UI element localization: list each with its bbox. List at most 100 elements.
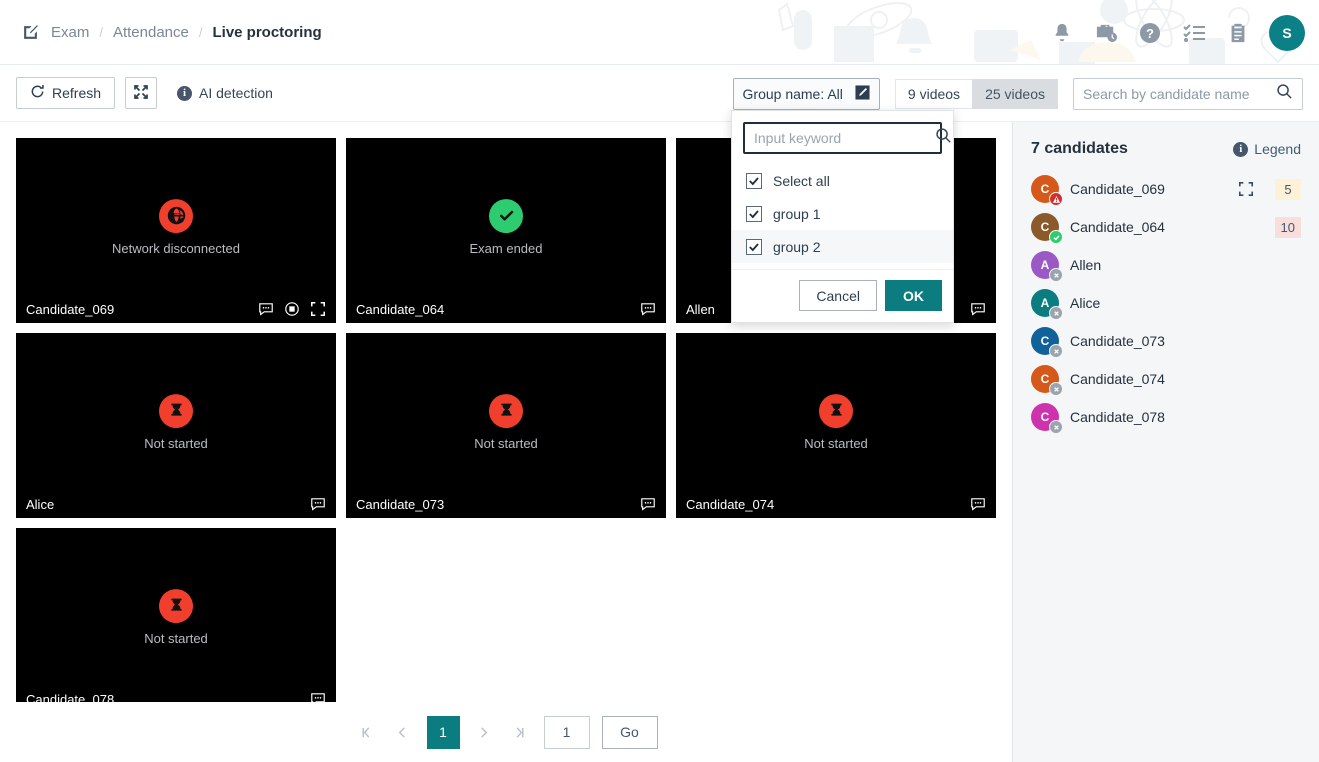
candidate-name: Candidate_074 bbox=[1070, 371, 1165, 387]
dropdown-option-label: Select all bbox=[773, 172, 830, 189]
ai-detection-button[interactable]: i AI detection bbox=[177, 85, 273, 101]
dropdown-option-group-2[interactable]: group 2 bbox=[732, 230, 953, 263]
video-tile[interactable]: Not started Candidate_078 bbox=[16, 528, 336, 713]
group-filter-button[interactable]: Group name: All bbox=[732, 77, 880, 110]
page-go-button[interactable]: Go bbox=[601, 715, 658, 749]
next-page-icon[interactable] bbox=[472, 720, 496, 744]
tile-candidate-name: Alice bbox=[26, 496, 55, 512]
prev-page-icon[interactable] bbox=[391, 720, 415, 744]
fullscreen-button[interactable] bbox=[125, 77, 158, 109]
status-badge bbox=[1275, 331, 1301, 352]
search-icon[interactable] bbox=[1276, 83, 1293, 105]
tile-footer: Candidate_073 bbox=[346, 490, 666, 518]
expand-icon-placeholder bbox=[1238, 371, 1254, 387]
notification-bell-icon[interactable] bbox=[1049, 20, 1075, 46]
checklist-icon[interactable] bbox=[1181, 20, 1207, 46]
list-item[interactable]: A Allen bbox=[1031, 246, 1301, 284]
video-count-25-option[interactable]: 25 videos bbox=[972, 78, 1058, 109]
expand-icon[interactable] bbox=[310, 301, 326, 317]
candidate-panel: 7 candidates i Legend C Candidate_069 5 … bbox=[1012, 122, 1319, 762]
tile-status-label: Not started bbox=[144, 435, 208, 451]
breadcrumb-separator: / bbox=[198, 24, 203, 40]
ai-detection-label: AI detection bbox=[199, 85, 273, 101]
video-tile[interactable]: Network disconnected Candidate_069 bbox=[16, 138, 336, 323]
expand-icon[interactable] bbox=[1238, 181, 1254, 197]
list-item[interactable]: C Candidate_073 bbox=[1031, 322, 1301, 360]
breadcrumb-item-exam[interactable]: Exam bbox=[51, 24, 89, 41]
page-jump-input[interactable] bbox=[543, 715, 590, 749]
offline-badge-icon bbox=[1049, 306, 1063, 320]
offline-badge-icon bbox=[1049, 268, 1063, 282]
chat-icon[interactable] bbox=[970, 301, 986, 317]
candidate-list: C Candidate_069 5 C Candidate_064 10 A A… bbox=[1031, 170, 1301, 436]
candidate-name: Candidate_064 bbox=[1070, 219, 1165, 235]
page-1-button[interactable]: 1 bbox=[426, 715, 460, 749]
breadcrumb: Exam / Attendance / Live proctoring bbox=[0, 24, 322, 41]
clipboard-icon[interactable] bbox=[1225, 20, 1251, 46]
dropdown-search-box[interactable] bbox=[743, 122, 951, 154]
list-item[interactable]: C Candidate_074 bbox=[1031, 360, 1301, 398]
hourglass-icon bbox=[159, 393, 193, 428]
checkbox-checked-icon[interactable] bbox=[746, 172, 762, 189]
first-page-icon[interactable] bbox=[355, 720, 379, 744]
dropdown-option-group-1[interactable]: group 1 bbox=[732, 197, 953, 230]
checkbox-checked-icon[interactable] bbox=[746, 238, 762, 255]
candidate-panel-header: 7 candidates i Legend bbox=[1031, 140, 1301, 158]
candidate-name: Alice bbox=[1070, 295, 1101, 311]
hourglass-icon bbox=[159, 588, 193, 623]
candidate-search-box[interactable] bbox=[1073, 77, 1303, 110]
hourglass-icon bbox=[819, 393, 853, 428]
tile-status-block: Not started bbox=[346, 393, 666, 451]
toolbar: Refresh i AI detection Group name: All 9… bbox=[0, 65, 1319, 122]
search-icon[interactable] bbox=[935, 127, 952, 149]
check-circle-icon bbox=[489, 198, 523, 233]
refresh-button[interactable]: Refresh bbox=[16, 77, 116, 109]
video-tile[interactable]: Exam ended Candidate_064 bbox=[346, 138, 666, 323]
dropdown-footer: Cancel OK bbox=[732, 270, 953, 322]
video-count-9-option[interactable]: 9 videos bbox=[894, 78, 973, 109]
status-badge: 10 bbox=[1274, 216, 1301, 238]
dropdown-keyword-input[interactable] bbox=[754, 130, 935, 146]
avatar: C bbox=[1031, 175, 1063, 206]
tile-footer: Candidate_074 bbox=[676, 490, 996, 518]
checkbox-checked-icon[interactable] bbox=[746, 205, 762, 222]
avatar: A bbox=[1031, 251, 1063, 282]
chat-icon[interactable] bbox=[640, 301, 656, 317]
list-item[interactable]: C Candidate_069 5 bbox=[1031, 170, 1301, 208]
chat-icon[interactable] bbox=[310, 496, 326, 512]
header-actions: ? S bbox=[1049, 0, 1305, 64]
chat-icon[interactable] bbox=[970, 496, 986, 512]
user-avatar[interactable]: S bbox=[1269, 14, 1305, 51]
help-circle-icon[interactable]: ? bbox=[1137, 20, 1163, 46]
cancel-button[interactable]: Cancel bbox=[799, 280, 877, 311]
last-page-icon[interactable] bbox=[508, 720, 532, 744]
offline-badge-icon bbox=[1049, 420, 1063, 434]
chat-icon[interactable] bbox=[258, 301, 274, 317]
video-tile[interactable]: Not started Candidate_073 bbox=[346, 333, 666, 518]
list-item[interactable]: A Alice bbox=[1031, 284, 1301, 322]
record-icon[interactable] bbox=[284, 301, 300, 317]
expand-icon bbox=[133, 84, 149, 103]
chat-icon[interactable] bbox=[640, 496, 656, 512]
breadcrumb-item-attendance[interactable]: Attendance bbox=[113, 24, 189, 41]
list-item[interactable]: C Candidate_064 10 bbox=[1031, 208, 1301, 246]
edit-square-icon bbox=[855, 84, 870, 103]
ok-button[interactable]: OK bbox=[885, 280, 942, 311]
dropdown-option-list: Select all group 1 group 2 bbox=[732, 160, 953, 270]
tile-status-block: Exam ended bbox=[346, 198, 666, 256]
avatar: C bbox=[1031, 327, 1063, 358]
candidate-search-input[interactable] bbox=[1083, 85, 1276, 102]
offline-badge-icon bbox=[1049, 344, 1063, 358]
status-badge bbox=[1275, 293, 1301, 314]
tile-status-block: Not started bbox=[16, 588, 336, 646]
video-tile[interactable]: Not started Alice bbox=[16, 333, 336, 518]
legend-button[interactable]: i Legend bbox=[1233, 141, 1301, 157]
tile-footer: Candidate_064 bbox=[346, 295, 666, 323]
dropdown-option-select-all[interactable]: Select all bbox=[732, 164, 953, 197]
status-badge bbox=[1275, 255, 1301, 276]
list-item[interactable]: C Candidate_078 bbox=[1031, 398, 1301, 436]
video-tile[interactable]: Not started Candidate_074 bbox=[676, 333, 996, 518]
briefcase-clock-icon[interactable] bbox=[1093, 20, 1119, 46]
breadcrumb-separator: / bbox=[99, 24, 103, 40]
live-proctoring-page: Exam / Attendance / Live proctoring ? S bbox=[0, 0, 1319, 762]
